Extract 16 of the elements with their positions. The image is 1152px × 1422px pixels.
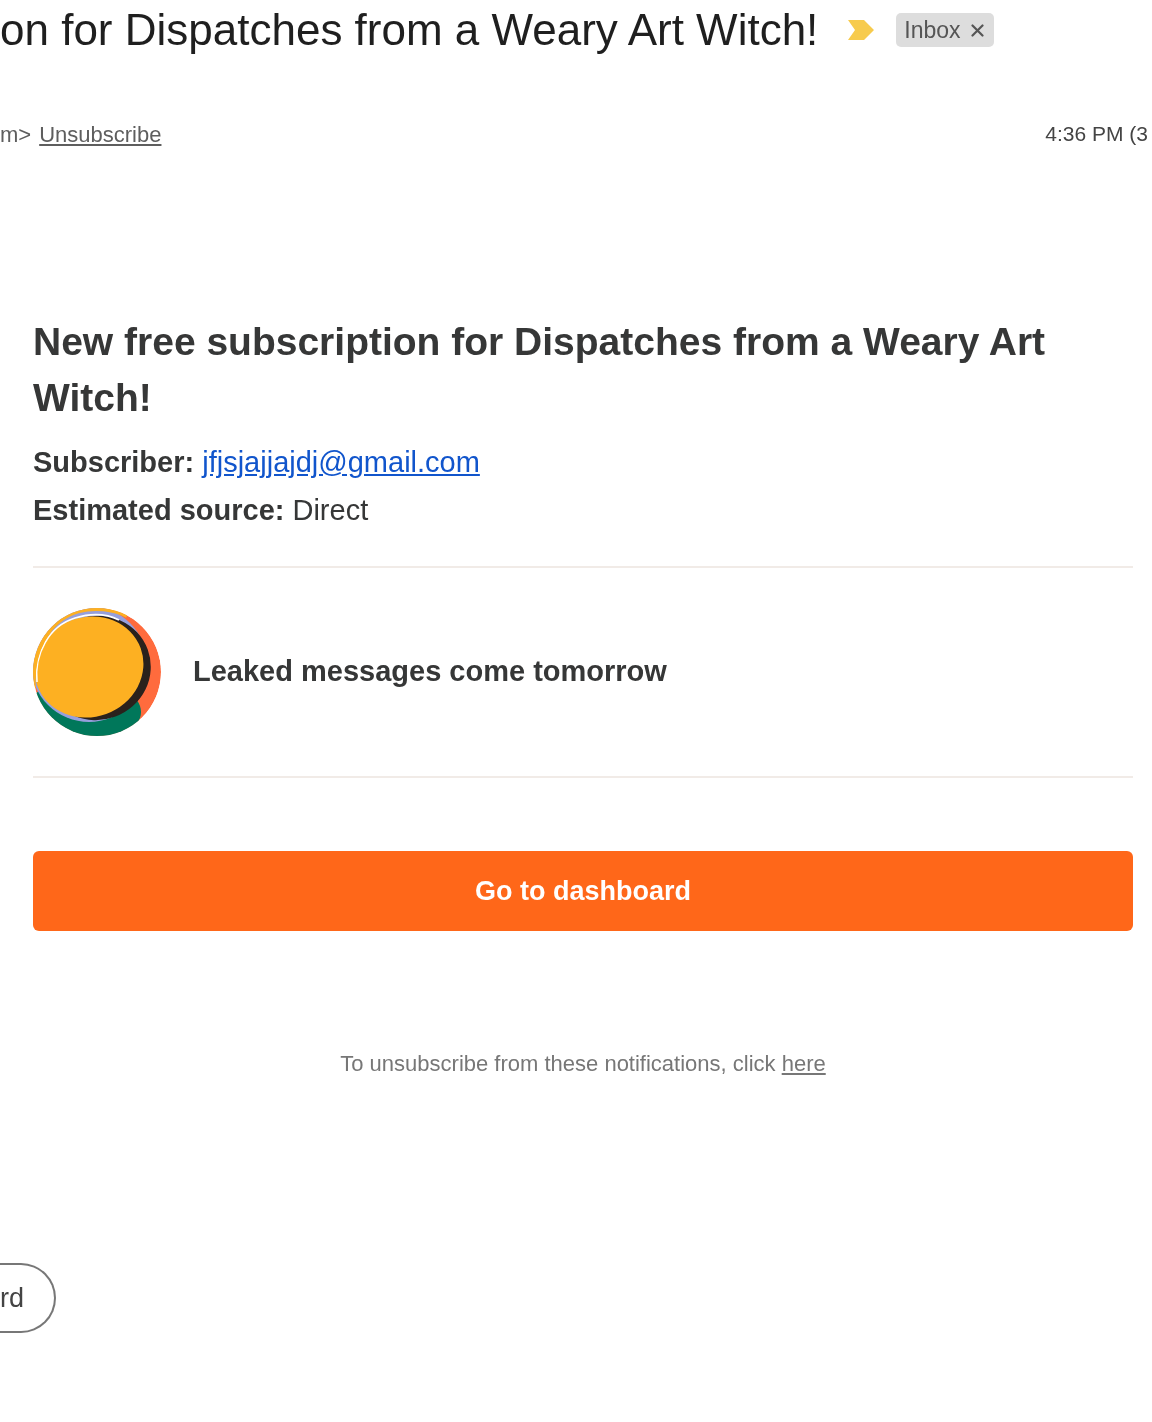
- sender-address: m>: [0, 120, 32, 149]
- label-text: Inbox: [904, 15, 961, 45]
- detail-line: Subscriber: jfjsjajjajdj@gmail.com: [33, 445, 481, 480]
- message-title: New free subscription for Dispatches from a Weary Art Witch!: [33, 319, 1047, 421]
- received-time: 4:36 PM (3: [1045, 121, 1149, 148]
- footer-note: To unsubscribe from these notifications, click here: [339, 1050, 827, 1078]
- detail-line: Estimated source: Direct: [33, 493, 370, 528]
- unsubscribe-link[interactable]: here: [781, 1051, 826, 1076]
- close-icon[interactable]: [970, 23, 984, 37]
- publication-name: Leaked messages come tomorrow: [193, 654, 667, 690]
- email-link[interactable]: jfjsjajjajdj@gmail.com: [202, 446, 480, 478]
- importance-marker-icon[interactable]: [848, 20, 875, 40]
- forward-button[interactable]: rd: [0, 1263, 56, 1333]
- circle-logo-icon: [33, 608, 161, 736]
- email-subject: on for Dispatches from a Weary Art Witch!: [0, 4, 819, 56]
- unsubscribe-link[interactable]: Unsubscribe: [39, 117, 162, 151]
